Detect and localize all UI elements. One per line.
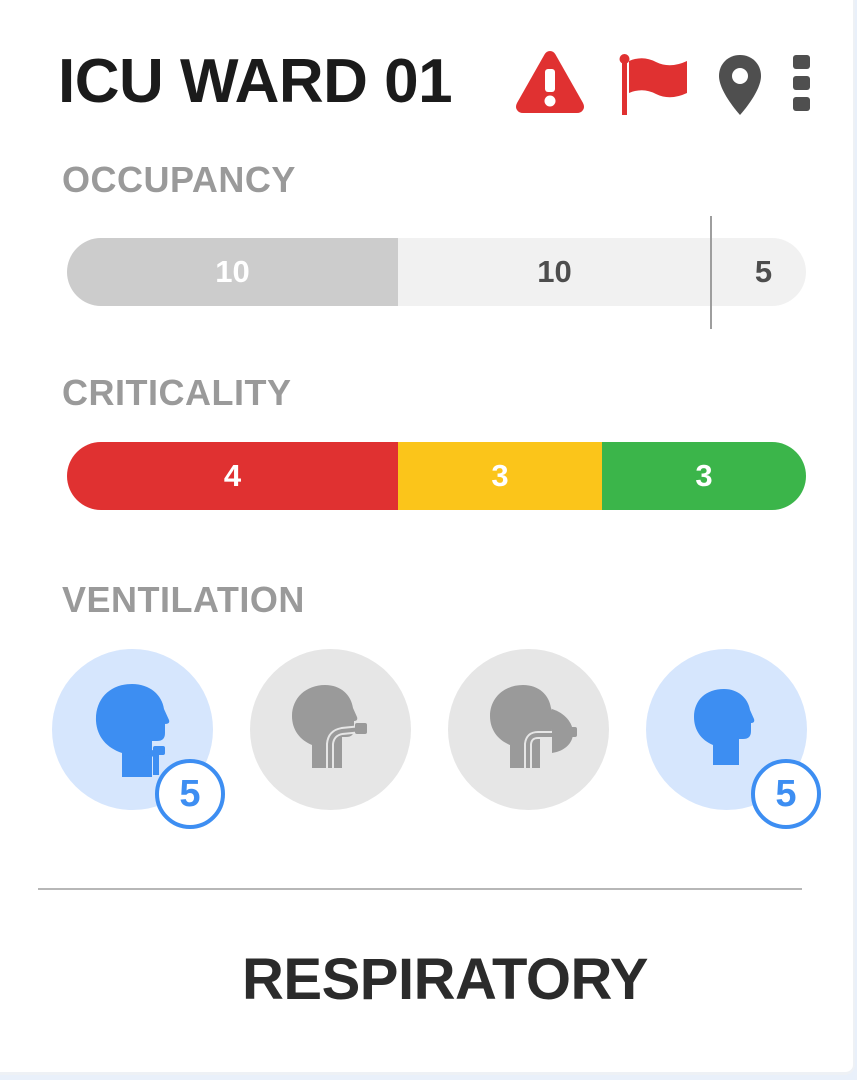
location-pin-icon[interactable] bbox=[717, 54, 763, 116]
ventilation-spontaneous-button[interactable]: 5 bbox=[646, 649, 821, 829]
intubation-icon bbox=[292, 685, 367, 768]
tracheostomy-count-badge: 5 bbox=[155, 759, 225, 829]
flag-icon[interactable] bbox=[618, 53, 690, 115]
ventilation-tracheostomy-button[interactable]: 5 bbox=[52, 649, 225, 829]
occupancy-overflow-segment: 5 bbox=[711, 238, 806, 306]
spontaneous-count-badge: 5 bbox=[751, 759, 821, 829]
occupancy-bar: 10 10 5 bbox=[67, 238, 806, 306]
more-vertical-icon[interactable] bbox=[791, 54, 813, 112]
warning-icon[interactable] bbox=[514, 48, 586, 114]
divider bbox=[38, 888, 802, 890]
occupancy-occupied-segment: 10 bbox=[67, 238, 398, 306]
criticality-bar: 4 3 3 bbox=[67, 442, 806, 510]
ventilation-intubation-button[interactable] bbox=[250, 649, 411, 810]
occupancy-available-segment: 10 bbox=[398, 238, 711, 306]
ward-title: ICU WARD 01 bbox=[58, 47, 453, 116]
criticality-label: CRITICALITY bbox=[62, 372, 292, 413]
mask-ventilation-icon bbox=[490, 685, 577, 768]
criticality-high-segment: 4 bbox=[67, 442, 398, 510]
ward-category-label: RESPIRATORY bbox=[242, 947, 648, 1012]
criticality-medium-segment: 3 bbox=[398, 442, 602, 510]
occupancy-label: OCCUPANCY bbox=[62, 159, 296, 200]
capacity-marker bbox=[710, 216, 712, 329]
ward-card[interactable]: ICU WARD 01 OCCUPANCY 10 10 5 CRITICALIT… bbox=[0, 0, 855, 1075]
ventilation-mask-button[interactable] bbox=[448, 649, 609, 810]
criticality-low-segment: 3 bbox=[602, 442, 806, 510]
ventilation-label: VENTILATION bbox=[62, 579, 305, 620]
